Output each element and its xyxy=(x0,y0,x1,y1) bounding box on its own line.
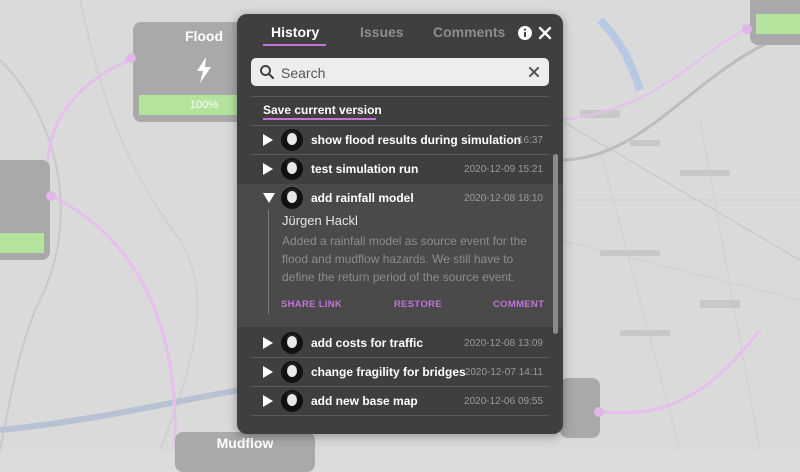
top-right-node-progress-bar xyxy=(756,14,800,34)
avatar xyxy=(281,158,303,180)
history-row-title: show flood results during simulation xyxy=(311,133,522,147)
avatar xyxy=(281,332,303,354)
tab-issues[interactable]: Issues xyxy=(360,24,404,40)
expand-arrow-icon[interactable] xyxy=(263,134,273,146)
tab-history[interactable]: History xyxy=(271,24,319,40)
history-row[interactable]: test simulation run 2020-12-09 15:21 xyxy=(251,155,549,183)
restore-button[interactable]: RESTORE xyxy=(394,299,442,310)
commit-description: Added a rainfall model as source event f… xyxy=(282,234,527,284)
history-row-expanded[interactable]: add rainfall model 2020-12-08 18:10 Jürg… xyxy=(237,184,563,327)
history-row[interactable]: add new base map 2020-12-06 09:55 xyxy=(251,387,549,415)
save-version-button[interactable]: Save current version xyxy=(263,103,382,117)
history-row-time: 2020-12-07 14:11 xyxy=(464,367,543,378)
avatar xyxy=(281,187,303,209)
history-panel: History Issues Comments Save current ver… xyxy=(237,14,563,434)
scrollbar[interactable] xyxy=(553,154,558,334)
left-node[interactable] xyxy=(0,160,50,260)
save-version-underline xyxy=(263,118,376,120)
history-row-time: 2020-12-08 13:09 xyxy=(464,338,543,349)
lightning-icon xyxy=(197,57,211,83)
history-row[interactable]: change fragility for bridges 2020-12-07 … xyxy=(251,358,549,386)
comment-button[interactable]: COMMENT xyxy=(493,299,544,310)
left-node-port[interactable] xyxy=(46,191,56,201)
active-tab-indicator xyxy=(263,44,326,46)
collapse-arrow-icon[interactable] xyxy=(263,193,275,203)
divider xyxy=(251,415,549,416)
history-row-time: 2020-12-09 15:21 xyxy=(464,164,543,175)
history-row[interactable]: add costs for traffic 2020-12-08 13:09 xyxy=(251,329,549,357)
top-right-node[interactable] xyxy=(750,0,800,45)
expand-arrow-icon[interactable] xyxy=(263,395,273,407)
avatar xyxy=(281,390,303,412)
avatar xyxy=(281,129,303,151)
history-row-time: 2020-12-08 18:10 xyxy=(464,193,543,204)
clear-icon[interactable] xyxy=(529,67,539,77)
search-icon xyxy=(260,65,275,80)
history-row-title: change fragility for bridges xyxy=(311,365,466,379)
flood-node-port[interactable] xyxy=(126,53,136,63)
history-row-title: add new base map xyxy=(311,394,418,408)
panel-tabs: History Issues Comments xyxy=(237,14,563,54)
commit-author: Jürgen Hackl xyxy=(282,213,358,228)
expand-arrow-icon[interactable] xyxy=(263,163,273,175)
expand-arrow-icon[interactable] xyxy=(263,337,273,349)
info-icon[interactable] xyxy=(517,25,533,41)
history-row-title: add rainfall model xyxy=(311,191,414,205)
share-link-button[interactable]: SHARE LINK xyxy=(281,299,342,310)
mudflow-node-title: Mudflow xyxy=(216,435,274,451)
search-box xyxy=(251,58,549,86)
history-row-title: test simulation run xyxy=(311,162,419,176)
history-row-time: 16:37 xyxy=(517,135,543,146)
mudflow-node[interactable]: Mudflow xyxy=(175,432,315,472)
search-input[interactable] xyxy=(279,62,523,84)
history-row[interactable]: show flood results during simulation 16:… xyxy=(251,126,549,154)
history-row-title: add costs for traffic xyxy=(311,336,424,350)
close-icon[interactable] xyxy=(537,25,553,41)
expand-arrow-icon[interactable] xyxy=(263,366,273,378)
thread-line xyxy=(268,210,269,314)
tab-comments[interactable]: Comments xyxy=(433,24,505,40)
bottom-right-node-port[interactable] xyxy=(594,407,604,417)
avatar xyxy=(281,361,303,383)
flood-progress-label: 100% xyxy=(189,99,219,111)
top-right-node-port[interactable] xyxy=(742,24,752,34)
history-row-time: 2020-12-06 09:55 xyxy=(464,396,543,407)
divider xyxy=(251,96,549,97)
left-node-progress-bar xyxy=(0,233,44,253)
